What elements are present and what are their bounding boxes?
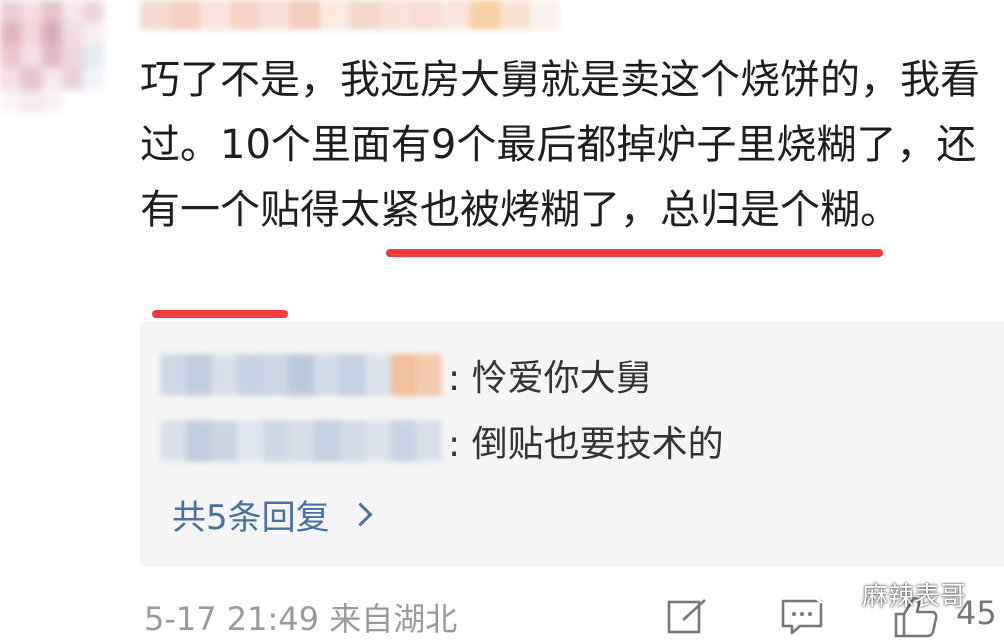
wechat-icon: [812, 579, 851, 608]
reply-text: : 倒贴也要技术的: [448, 424, 724, 465]
reply-username-blurred[interactable]: [160, 420, 443, 462]
avatar[interactable]: [0, 0, 104, 112]
comment-meta: 5-17 21:49 来自湖北: [144, 600, 458, 638]
reply-item[interactable]: : 倒贴也要技术的: [160, 414, 724, 468]
highlight-underline: [152, 310, 288, 318]
reply-item[interactable]: : 怜爱你大舅: [160, 348, 652, 402]
edit-icon[interactable]: [667, 598, 707, 634]
watermark-text: 麻辣表哥: [862, 582, 967, 612]
comment-text: 巧了不是，我远房大舅就是卖这个烧饼的，我看过。10个里面有9个最后都掉炉子里烧糊…: [140, 57, 980, 233]
more-replies-label: 共5条回复: [172, 498, 330, 538]
username-blurred[interactable]: [140, 0, 560, 30]
watermark: 麻辣表哥: [812, 576, 966, 613]
highlight-underline: [386, 249, 883, 257]
more-replies-link[interactable]: 共5条回复: [172, 490, 373, 539]
reply-text: : 怜爱你大舅: [448, 358, 652, 399]
reply-username-blurred[interactable]: [160, 354, 443, 396]
chevron-right-icon: [348, 502, 373, 527]
